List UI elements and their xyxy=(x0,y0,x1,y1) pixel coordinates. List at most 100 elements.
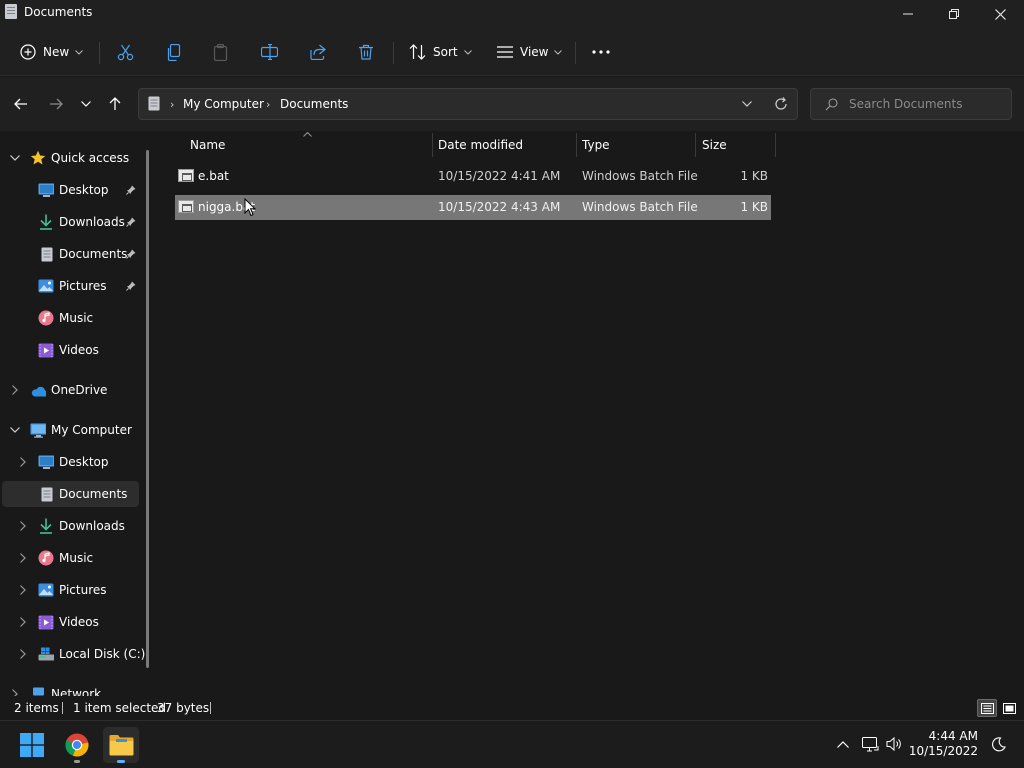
chevron-right-icon[interactable] xyxy=(18,457,28,467)
navigation-scrollbar[interactable] xyxy=(146,150,149,668)
nav-label: OneDrive xyxy=(51,383,108,397)
recent-locations-button[interactable] xyxy=(75,93,97,115)
new-button[interactable]: New xyxy=(20,36,84,68)
minimize-button[interactable] xyxy=(885,0,931,28)
volume-button[interactable] xyxy=(884,733,904,755)
document-icon xyxy=(148,96,160,111)
tiles-view-button[interactable] xyxy=(999,699,1019,717)
music-icon xyxy=(38,310,54,326)
chevron-down-icon[interactable] xyxy=(10,425,20,435)
nav-quick-pictures[interactable]: Pictures xyxy=(2,273,139,299)
pin-icon xyxy=(126,184,136,198)
nav-network[interactable]: Network xyxy=(2,681,139,696)
chevron-right-icon[interactable] xyxy=(10,385,20,395)
chevron-down-icon xyxy=(463,49,472,55)
chevron-right-icon[interactable] xyxy=(18,521,28,531)
sort-icon xyxy=(409,44,426,60)
nav-label: Documents xyxy=(59,247,128,261)
column-header-type[interactable]: Type xyxy=(577,131,695,158)
column-header-name[interactable]: Name xyxy=(175,131,432,158)
status-bar: 2 items 1 item selected 37 bytes xyxy=(0,696,1024,720)
show-hidden-icons-button[interactable] xyxy=(834,733,852,755)
delete-button[interactable] xyxy=(358,36,374,68)
desktop-icon xyxy=(38,182,54,198)
nav-quick-videos[interactable]: Videos xyxy=(2,337,139,363)
nav-quick-documents[interactable]: Documents xyxy=(2,241,139,267)
file-type: Windows Batch File xyxy=(582,200,698,214)
status-divider xyxy=(210,702,211,714)
details-view-button[interactable] xyxy=(977,699,997,717)
nav-pc-pictures[interactable]: Pictures xyxy=(2,577,139,603)
nav-pc-music[interactable]: Music xyxy=(2,545,139,571)
file-row-selected[interactable]: nigga.bat 10/15/2022 4:43 AM Windows Bat… xyxy=(175,195,771,220)
nav-pc-desktop[interactable]: Desktop xyxy=(2,449,139,475)
rename-button[interactable] xyxy=(261,36,278,68)
file-size: 1 KB xyxy=(740,169,768,183)
view-icon xyxy=(497,46,513,58)
nav-pc-downloads[interactable]: Downloads xyxy=(2,513,139,539)
up-button[interactable] xyxy=(104,93,126,115)
restore-button[interactable] xyxy=(931,0,977,28)
nav-quick-access[interactable]: Quick access xyxy=(2,145,139,171)
nav-quick-downloads[interactable]: Downloads xyxy=(2,209,139,235)
file-type: Windows Batch File xyxy=(582,169,698,183)
mouse-cursor-icon xyxy=(244,198,256,217)
star-icon xyxy=(30,150,46,166)
nav-pc-videos[interactable]: Videos xyxy=(2,609,139,635)
arrow-left-icon xyxy=(14,98,27,110)
nav-pc-local-disk[interactable]: Local Disk (C:) xyxy=(2,641,145,667)
share-button[interactable] xyxy=(310,36,326,68)
nav-label: Quick access xyxy=(51,151,130,165)
toolbar-divider xyxy=(393,42,394,64)
download-icon xyxy=(38,214,54,230)
focus-assist-button[interactable] xyxy=(988,733,1008,755)
column-divider[interactable] xyxy=(775,133,776,157)
file-row[interactable]: e.bat 10/15/2022 4:41 AM Windows Batch F… xyxy=(175,164,771,189)
close-icon xyxy=(994,8,1006,20)
column-header-date[interactable]: Date modified xyxy=(433,131,575,158)
chevron-right-icon[interactable] xyxy=(18,617,28,627)
nav-pc-documents[interactable]: Documents xyxy=(2,481,139,507)
chevron-down-icon[interactable] xyxy=(742,101,752,107)
cut-button[interactable] xyxy=(117,36,134,68)
taskbar-clock[interactable]: 4:44 AM 10/15/2022 xyxy=(906,729,978,759)
taskbar-file-explorer[interactable] xyxy=(103,727,139,763)
breadcrumb-documents[interactable]: Documents xyxy=(280,97,348,111)
more-options-button[interactable] xyxy=(592,36,610,68)
file-name: e.bat xyxy=(198,169,229,183)
forward-button[interactable] xyxy=(45,93,67,115)
nav-label: Documents xyxy=(59,487,128,501)
search-box[interactable] xyxy=(810,88,1012,120)
sort-button[interactable]: Sort xyxy=(409,36,472,68)
batch-file-icon xyxy=(178,200,194,213)
column-header-size[interactable]: Size xyxy=(696,131,774,158)
nav-quick-music[interactable]: Music xyxy=(2,305,139,331)
chevron-right-icon[interactable] xyxy=(18,553,28,563)
nav-my-computer[interactable]: My Computer xyxy=(2,417,139,443)
start-button[interactable] xyxy=(14,727,50,763)
network-status-button[interactable] xyxy=(860,733,880,755)
back-button[interactable] xyxy=(10,93,32,115)
videos-icon xyxy=(38,614,54,630)
chevron-right-icon[interactable] xyxy=(18,585,28,595)
computer-icon xyxy=(30,422,46,438)
nav-quick-desktop[interactable]: Desktop xyxy=(2,177,139,203)
view-button[interactable]: View xyxy=(497,36,563,68)
chevron-right-icon[interactable] xyxy=(10,689,20,696)
refresh-icon[interactable] xyxy=(774,97,788,111)
taskbar-chrome[interactable] xyxy=(59,727,95,763)
file-date: 10/15/2022 4:41 AM xyxy=(438,169,561,183)
nav-onedrive[interactable]: OneDrive xyxy=(2,377,139,403)
search-input[interactable] xyxy=(849,95,1005,113)
pictures-icon xyxy=(38,278,54,294)
restore-icon xyxy=(949,9,959,19)
address-bar[interactable]: › My Computer › Documents xyxy=(138,88,798,120)
chevron-down-icon[interactable] xyxy=(10,153,20,163)
nav-label: Music xyxy=(59,551,94,565)
clock-time: 4:44 AM xyxy=(928,729,978,743)
breadcrumb-my-computer[interactable]: My Computer xyxy=(183,97,264,111)
copy-button[interactable] xyxy=(166,36,182,68)
close-button[interactable] xyxy=(977,0,1023,28)
chevron-right-icon[interactable] xyxy=(18,649,28,659)
paste-button[interactable] xyxy=(213,36,229,68)
